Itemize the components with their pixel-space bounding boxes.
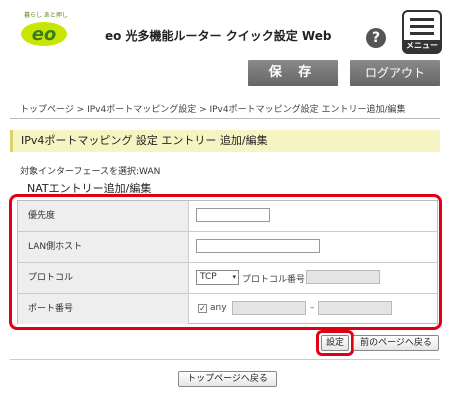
any-checkbox[interactable]: ✓ <box>198 304 207 313</box>
set-button[interactable]: 設定 <box>321 335 349 351</box>
brand-logo-text: eo <box>32 24 57 45</box>
back-button[interactable]: 前のページへ戻る <box>353 335 439 351</box>
menu-icon-bar <box>410 32 434 35</box>
port-range-separator: – <box>310 303 315 313</box>
protocol-number-label: プロトコル番号 <box>242 275 306 285</box>
protocol-selected: TCP <box>200 272 217 282</box>
help-icon[interactable]: ? <box>366 28 386 48</box>
interface-label: 対象インターフェースを選択:WAN <box>20 167 161 177</box>
eo-logo: 暮らし あと押し eo <box>20 10 76 52</box>
lan-host-label: LAN側ホスト <box>18 232 189 262</box>
divider <box>10 359 440 360</box>
chevron-down-icon: ▾ <box>232 273 236 281</box>
priority-input[interactable] <box>196 208 270 222</box>
any-label: any <box>210 303 227 313</box>
lan-host-input[interactable] <box>196 239 320 253</box>
protocol-select[interactable]: TCP ▾ <box>196 270 239 285</box>
form-row-protocol: プロトコル TCP ▾ プロトコル番号 <box>18 263 437 294</box>
app-title: eo 光多機能ルーター クイック設定 Web <box>105 29 332 43</box>
menu-button[interactable]: メニュー <box>402 10 442 54</box>
menu-icon-bar <box>410 18 434 21</box>
save-button[interactable]: 保 存 <box>248 60 338 86</box>
port-label: ポート番号 <box>18 294 189 324</box>
form-row-priority: 優先度 <box>18 201 437 232</box>
menu-icon-bar <box>410 25 434 28</box>
protocol-number-input[interactable] <box>306 270 380 284</box>
port-to-input[interactable] <box>318 301 392 315</box>
header: 暮らし あと押し eo eo 光多機能ルーター クイック設定 Web ? メニュ… <box>0 0 450 58</box>
port-from-input[interactable] <box>232 301 306 315</box>
page-title: IPv4ポートマッピング 設定 エントリー 追加/編集 <box>10 130 440 152</box>
menu-label: メニュー <box>404 40 440 52</box>
priority-label: 優先度 <box>18 201 189 231</box>
divider <box>10 118 440 119</box>
nat-entry-form: 優先度 LAN側ホスト プロトコル TCP ▾ プロトコル番号 ポート番号 ✓ … <box>17 200 438 324</box>
form-row-lan-host: LAN側ホスト <box>18 232 437 263</box>
logout-button[interactable]: ログアウト <box>350 60 440 86</box>
breadcrumb: トップページ > IPv4ポートマッピング設定 > IPv4ポートマッピング設定… <box>20 105 406 115</box>
form-row-port: ポート番号 ✓ any – <box>18 294 437 325</box>
top-page-button[interactable]: トップページへ戻る <box>178 371 277 387</box>
protocol-label: プロトコル <box>18 263 189 293</box>
eo-logo-mark: eo <box>21 22 67 46</box>
